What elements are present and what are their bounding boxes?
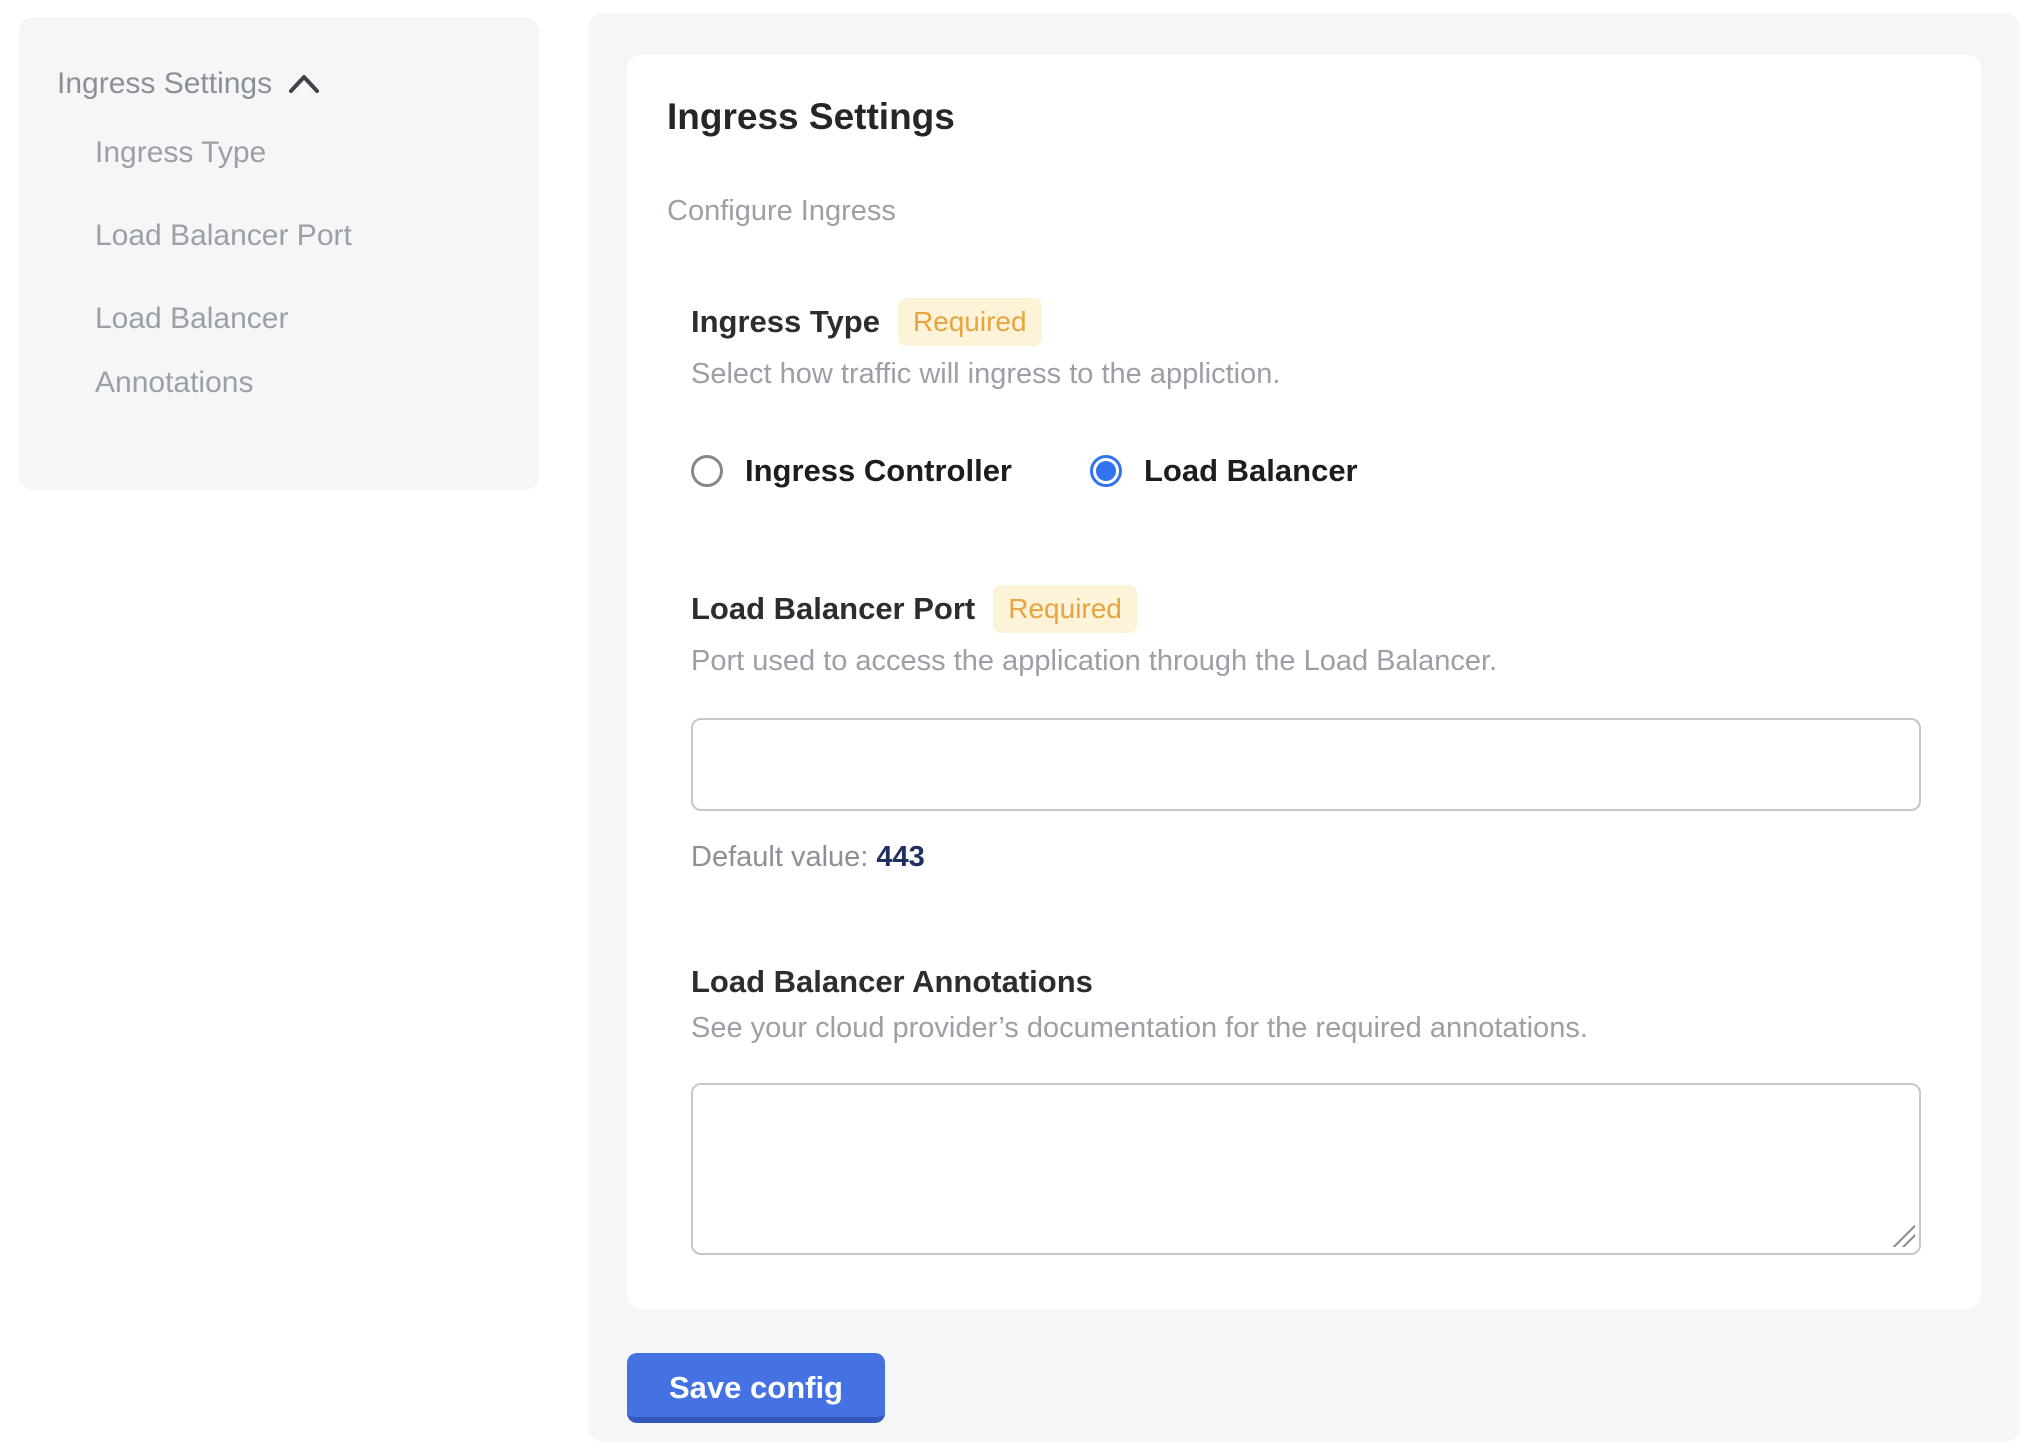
sidebar-item-load-balancer-annotations[interactable]: Load Balancer Annotations [95,287,425,415]
radio-circle-icon[interactable] [1090,455,1122,487]
sidebar-item-list: Ingress Type Load Balancer Port Load Bal… [95,121,509,415]
load-balancer-annotations-textarea[interactable] [691,1083,1921,1255]
ingress-type-radio-group: Ingress Controller Load Balancer [691,453,1921,489]
radio-label: Load Balancer [1144,453,1358,489]
section-ingress-type: Ingress Type Required Select how traffic… [691,298,1921,489]
sidebar-item-load-balancer-port[interactable]: Load Balancer Port [95,204,425,268]
required-badge: Required [993,585,1137,633]
section-load-balancer-annotations: Load Balancer Annotations See your cloud… [691,964,1921,1255]
page-title: Ingress Settings [667,95,1921,139]
default-value-helper: Default value:443 [691,841,1921,874]
lb-port-description: Port used to access the application thro… [691,645,1921,678]
radio-load-balancer[interactable]: Load Balancer [1090,453,1358,489]
sidebar-group-ingress-settings[interactable]: Ingress Settings [57,67,509,101]
radio-circle-icon[interactable] [691,455,723,487]
required-badge: Required [898,298,1042,346]
default-value-label: Default value: [691,841,868,873]
ingress-settings-card: Ingress Settings Configure Ingress Ingre… [627,55,1981,1309]
radio-ingress-controller[interactable]: Ingress Controller [691,453,1012,489]
chevron-up-icon [288,74,320,94]
default-value-number: 443 [876,841,924,873]
load-balancer-port-input[interactable] [691,718,1921,811]
ingress-type-title: Ingress Type [691,304,880,340]
lb-annotations-description: See your cloud provider’s documentation … [691,1012,1921,1045]
ingress-type-description: Select how traffic will ingress to the a… [691,358,1921,391]
section-load-balancer-port: Load Balancer Port Required Port used to… [691,585,1921,874]
settings-sidebar: Ingress Settings Ingress Type Load Balan… [19,17,539,490]
lb-port-title: Load Balancer Port [691,591,975,627]
save-config-button[interactable]: Save config [627,1353,885,1423]
sidebar-group-label: Ingress Settings [57,67,272,101]
page-subtitle: Configure Ingress [667,195,1921,228]
sidebar-item-ingress-type[interactable]: Ingress Type [95,121,425,185]
lb-annotations-title: Load Balancer Annotations [691,964,1093,1000]
radio-label: Ingress Controller [745,453,1012,489]
ingress-settings-panel: Ingress Settings Configure Ingress Ingre… [588,13,2020,1442]
